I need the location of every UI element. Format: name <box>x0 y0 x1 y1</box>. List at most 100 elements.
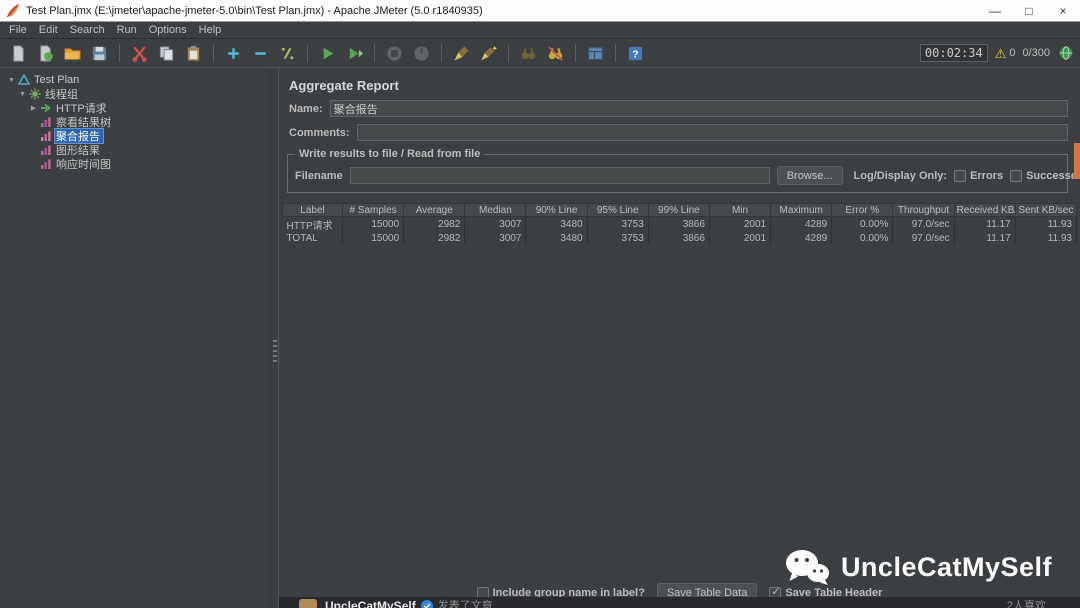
tree-item-view-results-tree[interactable]: 察看结果树 <box>0 115 270 129</box>
panel-splitter[interactable] <box>270 68 279 608</box>
groupbox-title: Write results to file / Read from file <box>295 148 485 160</box>
col-samples: # Samples <box>341 203 405 217</box>
help-icon: ? <box>628 46 643 60</box>
menu-search[interactable]: Search <box>64 24 111 36</box>
post-action-text: 发表了文章 <box>437 600 493 608</box>
table-row-total[interactable]: TOTAL 15000 2982 3007 3480 3753 3866 200… <box>282 232 1078 244</box>
window-controls: — □ × <box>978 0 1080 21</box>
tree-item-thread-group[interactable]: ▼ 线程组 <box>0 87 270 101</box>
active-threads-count: 0/300 <box>1022 47 1050 59</box>
toolbar-separator <box>615 44 616 62</box>
minimize-button[interactable]: — <box>978 0 1012 21</box>
new-file-icon <box>13 44 24 62</box>
plus-icon <box>228 47 239 59</box>
toolbar-separator <box>119 44 120 62</box>
warning-count: 0 <box>1009 47 1016 59</box>
col-throughput: Throughput <box>892 203 955 217</box>
copy-button[interactable] <box>153 41 180 66</box>
toolbar-status-area: 00:02:34 ⚠ 0 0/300 <box>919 44 1075 62</box>
function-helper-button[interactable] <box>582 41 609 66</box>
tree-item-graph-results[interactable]: 图形结果 <box>0 143 270 157</box>
col-error: Error % <box>831 203 894 217</box>
graph-results-icon <box>41 145 51 155</box>
filename-input[interactable] <box>349 167 770 184</box>
collapse-all-button[interactable] <box>247 41 274 66</box>
expand-all-button[interactable] <box>220 41 247 66</box>
toolbar-separator <box>508 44 509 62</box>
log-warning-indicator[interactable]: ⚠ 0 <box>995 47 1016 60</box>
templates-button[interactable] <box>32 41 59 66</box>
errors-checkbox[interactable] <box>954 169 967 182</box>
successes-checkbox[interactable] <box>1010 169 1023 182</box>
start-no-pauses-button[interactable] <box>341 41 368 66</box>
clear-all-broom-icon <box>481 45 498 60</box>
write-results-groupbox: Write results to file / Read from file F… <box>287 148 1080 193</box>
tree-item-response-time-graph[interactable]: 响应时间图 <box>0 157 270 171</box>
new-plan-button[interactable] <box>5 41 32 66</box>
search-button[interactable] <box>515 41 542 66</box>
author-name[interactable]: UncleCatMySelf <box>325 599 416 608</box>
clear-all-button[interactable] <box>475 41 502 66</box>
comments-label: Comments: <box>289 126 350 139</box>
maximize-button[interactable]: □ <box>1012 0 1046 21</box>
collapse-arrow-icon[interactable]: ▶ <box>28 104 39 112</box>
save-button[interactable] <box>86 41 113 66</box>
menu-edit[interactable]: Edit <box>33 24 64 36</box>
tree-item-test-plan[interactable]: ▼ Test Plan <box>0 73 270 87</box>
col-sent: Sent KB/sec <box>1014 203 1078 217</box>
likes-text: 2人喜欢 <box>1006 600 1046 608</box>
watermark: UncleCatMySelf <box>784 548 1052 586</box>
jmeter-logo-icon <box>6 3 20 17</box>
browse-button[interactable]: Browse... <box>776 166 843 185</box>
tree-item-aggregate-report[interactable]: 聚合报告 <box>0 128 270 144</box>
log-display-label: Log/Display Only: <box>853 169 948 182</box>
open-button[interactable] <box>59 41 86 66</box>
comments-input[interactable] <box>356 124 1068 141</box>
page-footer-strip: UncleCatMySelf 发表了文章 2人喜欢 <box>279 597 1080 608</box>
view-results-tree-icon <box>41 117 51 127</box>
start-play-icon <box>323 47 334 59</box>
stop-icon <box>387 45 402 61</box>
panel-title: Aggregate Report <box>289 78 399 93</box>
menu-file[interactable]: File <box>3 24 33 36</box>
table-header-row: Label # Samples Average Median 90% Line … <box>282 203 1078 217</box>
clear-button[interactable] <box>448 41 475 66</box>
test-plan-tree: ▼ Test Plan ▼ 线程组 ▶ HTTP请求 察看结果树 聚合报告 图形… <box>0 68 270 608</box>
search-reset-button[interactable] <box>542 41 569 66</box>
col-90-line: 90% Line <box>525 203 588 217</box>
col-95-line: 95% Line <box>586 203 649 217</box>
stop-button[interactable] <box>381 41 408 66</box>
name-input[interactable] <box>329 100 1068 117</box>
page-scrollbar-fragment[interactable] <box>1074 143 1080 179</box>
errors-option: Errors <box>954 169 1003 182</box>
expand-arrow-icon[interactable]: ▼ <box>17 91 28 98</box>
menu-help[interactable]: Help <box>193 24 228 36</box>
minus-icon <box>255 51 266 55</box>
close-button[interactable]: × <box>1046 0 1080 21</box>
col-received: Received KB/... <box>953 203 1016 217</box>
start-button[interactable] <box>314 41 341 66</box>
toggle-button[interactable] <box>274 41 301 66</box>
expand-arrow-icon[interactable]: ▼ <box>6 77 17 84</box>
save-floppy-icon <box>92 46 107 60</box>
paste-button[interactable] <box>180 41 207 66</box>
menu-run[interactable]: Run <box>111 24 143 36</box>
shutdown-button[interactable] <box>408 41 435 66</box>
help-button[interactable]: ? <box>622 41 649 66</box>
watermark-text: UncleCatMySelf <box>840 551 1052 582</box>
menubar: File Edit Search Run Options Help <box>0 22 1080 39</box>
filename-label: Filename <box>295 169 343 182</box>
cut-button[interactable] <box>126 41 153 66</box>
test-plan-icon <box>18 74 30 85</box>
jmeter-window: Test Plan.jmx (E:\jmeter\apache-jmeter-5… <box>0 0 1080 608</box>
svg-text:?: ? <box>632 49 638 60</box>
toolbar-separator <box>374 44 375 62</box>
menu-options[interactable]: Options <box>143 24 193 36</box>
tree-item-http-request[interactable]: ▶ HTTP请求 <box>0 101 270 115</box>
toolbar-separator <box>441 44 442 62</box>
toggle-slash-icon <box>281 47 294 59</box>
table-row-http-request[interactable]: HTTP请求 15000 2982 3007 3480 3753 3866 20… <box>282 216 1078 232</box>
col-label: Label <box>282 203 343 217</box>
splitter-grip[interactable] <box>273 340 277 362</box>
verified-badge-icon <box>420 600 433 608</box>
